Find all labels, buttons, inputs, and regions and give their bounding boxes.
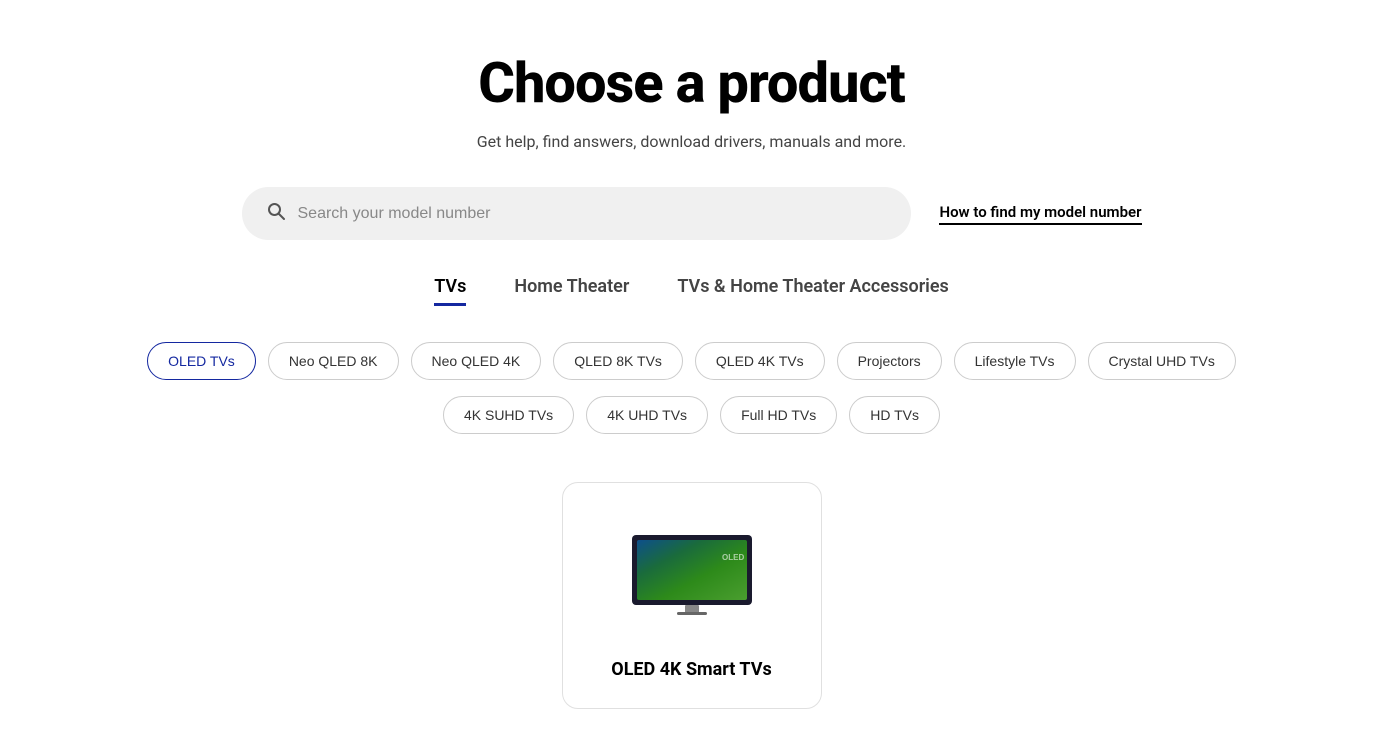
product-image: OLED <box>627 530 757 620</box>
filter-chip-neo-qled-8k[interactable]: Neo QLED 8K <box>268 342 399 380</box>
filter-chip-qled-8k[interactable]: QLED 8K TVs <box>553 342 683 380</box>
filter-chip-crystal-uhd[interactable]: Crystal UHD TVs <box>1088 342 1236 380</box>
filter-chip-full-hd[interactable]: Full HD TVs <box>720 396 837 434</box>
tab-accessories[interactable]: TVs & Home Theater Accessories <box>677 276 948 306</box>
page-container: Choose a product Get help, find answers,… <box>0 0 1383 749</box>
filter-chip-qled-4k[interactable]: QLED 4K TVs <box>695 342 825 380</box>
page-subtitle: Get help, find answers, download drivers… <box>477 132 907 151</box>
filter-chip-neo-qled-4k[interactable]: Neo QLED 4K <box>411 342 542 380</box>
product-card-label: OLED 4K Smart TVs <box>611 659 771 680</box>
search-bar <box>242 187 912 240</box>
tab-tvs[interactable]: TVs <box>434 276 466 306</box>
filter-chip-lifestyle[interactable]: Lifestyle TVs <box>954 342 1076 380</box>
tab-home-theater[interactable]: Home Theater <box>514 276 629 306</box>
filter-chip-4k-uhd[interactable]: 4K UHD TVs <box>586 396 708 434</box>
product-image-area: OLED <box>622 515 762 635</box>
search-row: How to find my model number <box>242 187 1142 240</box>
search-icon <box>266 201 286 226</box>
tabs-row: TVs Home Theater TVs & Home Theater Acce… <box>434 276 949 306</box>
page-title: Choose a product <box>478 50 904 116</box>
filter-row-2: 4K SUHD TVs 4K UHD TVs Full HD TVs HD TV… <box>443 396 940 434</box>
svg-text:OLED: OLED <box>722 553 744 562</box>
search-input[interactable] <box>298 205 888 223</box>
product-card[interactable]: OLED OLED 4K Smart TVs <box>562 482 822 709</box>
filter-chip-projectors[interactable]: Projectors <box>837 342 942 380</box>
model-help-link[interactable]: How to find my model number <box>939 203 1141 225</box>
filter-chip-hd[interactable]: HD TVs <box>849 396 940 434</box>
filter-chip-oled-tvs[interactable]: OLED TVs <box>147 342 256 380</box>
filter-chip-4k-suhd[interactable]: 4K SUHD TVs <box>443 396 574 434</box>
filter-row-1: OLED TVs Neo QLED 8K Neo QLED 4K QLED 8K… <box>147 342 1236 380</box>
